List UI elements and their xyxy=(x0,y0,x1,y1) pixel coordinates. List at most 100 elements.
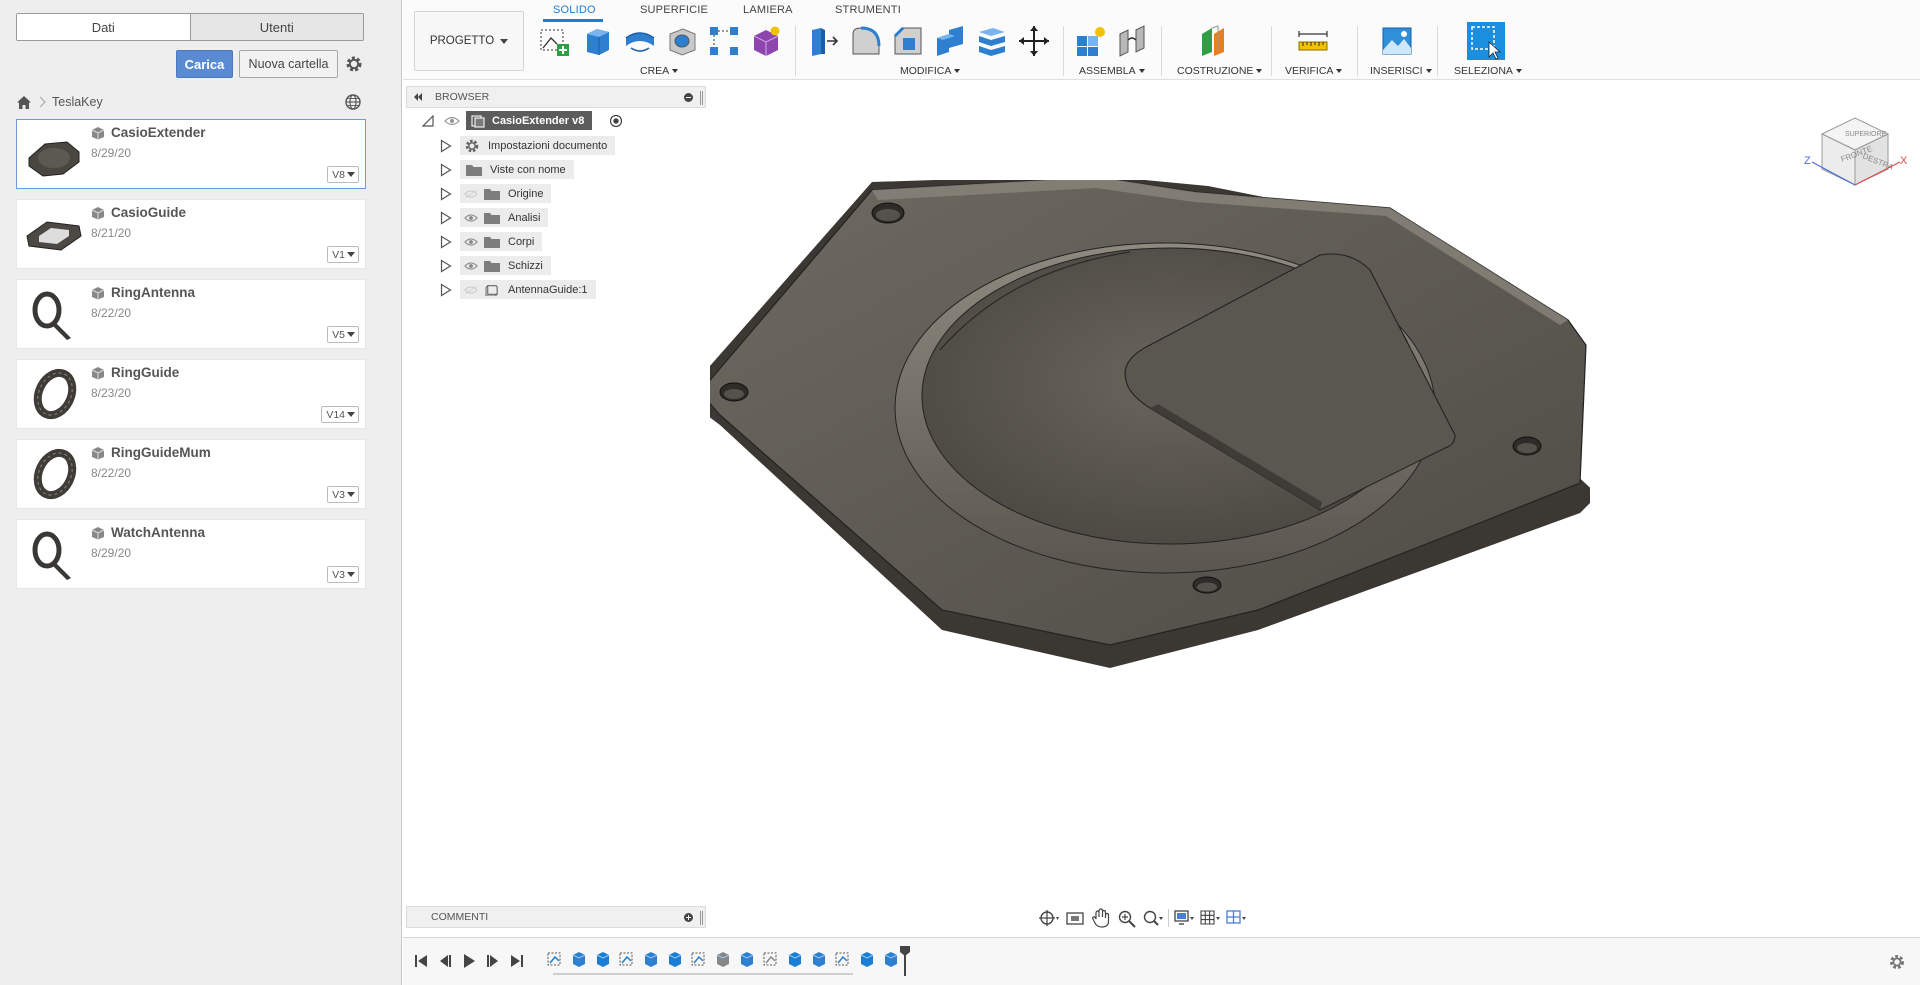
settings-gear-icon[interactable] xyxy=(344,54,364,74)
tree-node[interactable]: Impostazioni documento xyxy=(460,136,616,155)
tree-node[interactable]: Viste con nome xyxy=(460,160,574,179)
upload-button[interactable]: Carica xyxy=(176,50,233,78)
globe-icon[interactable] xyxy=(344,93,362,111)
panel-grip-icon[interactable] xyxy=(700,91,703,105)
timeline-feature-icon[interactable] xyxy=(786,950,804,968)
step-forward-icon[interactable] xyxy=(485,953,501,969)
collapse-panel-icon[interactable] xyxy=(413,93,423,101)
fillet-icon[interactable] xyxy=(849,24,883,58)
timeline-feature-icon[interactable] xyxy=(810,950,828,968)
tree-node[interactable]: Corpi xyxy=(460,232,543,251)
play-icon[interactable] xyxy=(461,953,477,969)
offset-plane-icon[interactable] xyxy=(1198,24,1232,58)
tree-node[interactable]: Schizzi xyxy=(460,256,551,275)
display-settings-icon[interactable] xyxy=(1173,908,1195,928)
file-card[interactable]: RingGuideMum 8/22/20 V3 xyxy=(16,439,366,509)
root-component-node[interactable]: CasioExtender v8 xyxy=(466,111,593,130)
orbit-icon[interactable] xyxy=(1038,908,1060,928)
seleziona-menu[interactable]: SELEZIONA xyxy=(1454,65,1522,77)
look-at-icon[interactable] xyxy=(1064,908,1086,928)
expand-plus-icon[interactable] xyxy=(684,913,693,922)
tree-node[interactable]: Origine xyxy=(460,184,552,203)
home-icon[interactable] xyxy=(16,95,32,110)
minimize-icon[interactable] xyxy=(684,93,693,102)
panel-grip-icon[interactable] xyxy=(700,911,703,925)
joint-icon[interactable] xyxy=(1116,24,1150,58)
viewports-icon[interactable] xyxy=(1225,908,1247,928)
timeline-settings-gear-icon[interactable] xyxy=(1888,953,1906,971)
timeline-feature-icon[interactable] xyxy=(570,950,588,968)
timeline-feature-icon[interactable] xyxy=(666,950,684,968)
pattern-icon[interactable] xyxy=(707,24,741,58)
timeline-feature-icon[interactable] xyxy=(882,950,900,968)
tab-dati[interactable]: Dati xyxy=(17,14,191,40)
visibility-eye-icon[interactable] xyxy=(464,237,478,247)
expand-triangle-icon[interactable] xyxy=(440,187,452,201)
tab-lamiera[interactable]: LAMIERA xyxy=(743,4,793,16)
visibility-eye-icon[interactable] xyxy=(444,116,460,126)
tab-solido[interactable]: SOLIDO xyxy=(553,4,596,16)
expand-triangle-icon[interactable] xyxy=(440,235,452,249)
version-dropdown[interactable]: V8 xyxy=(327,166,359,183)
version-dropdown[interactable]: V3 xyxy=(327,566,359,583)
tab-utenti[interactable]: Utenti xyxy=(191,14,364,40)
crea-menu[interactable]: CREA xyxy=(640,65,679,77)
timeline-feature-icon[interactable] xyxy=(738,950,756,968)
combine-icon[interactable] xyxy=(975,24,1009,58)
new-folder-button[interactable]: Nuova cartella xyxy=(239,50,338,78)
timeline-feature-icon[interactable] xyxy=(834,950,852,968)
version-dropdown[interactable]: V1 xyxy=(327,246,359,263)
move-icon[interactable] xyxy=(1017,24,1051,58)
go-to-start-icon[interactable] xyxy=(413,953,429,969)
file-card[interactable]: CasioExtender 8/29/20 V8 xyxy=(16,119,366,189)
costruzione-menu[interactable]: COSTRUZIONE xyxy=(1177,65,1263,77)
expand-triangle-icon[interactable] xyxy=(440,139,452,153)
expand-triangle-icon[interactable] xyxy=(440,211,452,225)
revolve-icon[interactable] xyxy=(623,24,657,58)
expand-triangle-icon[interactable] xyxy=(440,259,452,273)
file-card[interactable]: RingGuide 8/23/20 V14 xyxy=(16,359,366,429)
go-to-end-icon[interactable] xyxy=(509,953,525,969)
model-viewport-3d[interactable] xyxy=(710,180,1590,740)
press-pull-icon[interactable] xyxy=(807,24,841,58)
visibility-eye-icon[interactable] xyxy=(464,261,478,271)
timeline-marker-icon[interactable] xyxy=(900,946,910,976)
verifica-menu[interactable]: VERIFICA xyxy=(1285,65,1343,77)
version-dropdown[interactable]: V14 xyxy=(321,406,359,423)
visibility-eye-icon[interactable] xyxy=(464,213,478,223)
timeline-feature-icon[interactable] xyxy=(714,950,732,968)
timeline-feature-icon[interactable] xyxy=(642,950,660,968)
timeline-feature-icon[interactable] xyxy=(762,950,780,968)
file-card[interactable]: RingAntenna 8/22/20 V5 xyxy=(16,279,366,349)
inserisci-menu[interactable]: INSERISCI xyxy=(1370,65,1432,77)
shell-icon[interactable] xyxy=(933,24,967,58)
tab-strumenti[interactable]: STRUMENTI xyxy=(835,4,901,16)
grid-settings-icon[interactable] xyxy=(1199,908,1221,928)
hidden-eye-icon[interactable] xyxy=(464,189,478,199)
timeline-feature-icon[interactable] xyxy=(546,950,564,968)
chamfer-icon[interactable] xyxy=(891,24,925,58)
pan-hand-icon[interactable] xyxy=(1090,908,1112,928)
zoom-window-icon[interactable] xyxy=(1116,908,1138,928)
extrude-icon[interactable] xyxy=(581,24,615,58)
browser-header[interactable]: BROWSER xyxy=(406,86,706,108)
timeline-feature-icon[interactable] xyxy=(690,950,708,968)
timeline-feature-icon[interactable] xyxy=(594,950,612,968)
tree-node[interactable]: AntennaGuide:1 xyxy=(460,280,596,299)
insert-image-icon[interactable] xyxy=(1380,24,1414,58)
expand-triangle-icon[interactable] xyxy=(440,283,452,297)
viewcube-face-top[interactable]: SUPERIORE xyxy=(1845,131,1887,138)
activate-radio-icon[interactable] xyxy=(609,114,623,128)
create-sketch-icon[interactable] xyxy=(537,24,571,58)
viewcube-widget[interactable]: FRONTE DESTRA SUPERIORE Z X xyxy=(1800,100,1910,190)
new-component-icon[interactable] xyxy=(1074,24,1108,58)
measure-icon[interactable] xyxy=(1296,24,1330,58)
file-card[interactable]: WatchAntenna 8/29/20 V3 xyxy=(16,519,366,589)
collapse-triangle-icon[interactable] xyxy=(422,115,434,127)
comments-panel[interactable]: COMMENTI xyxy=(406,906,706,928)
step-back-icon[interactable] xyxy=(437,953,453,969)
tree-node[interactable]: Analisi xyxy=(460,208,549,227)
expand-triangle-icon[interactable] xyxy=(440,163,452,177)
tab-superficie[interactable]: SUPERFICIE xyxy=(640,4,708,16)
zoom-fit-icon[interactable] xyxy=(1142,908,1164,928)
